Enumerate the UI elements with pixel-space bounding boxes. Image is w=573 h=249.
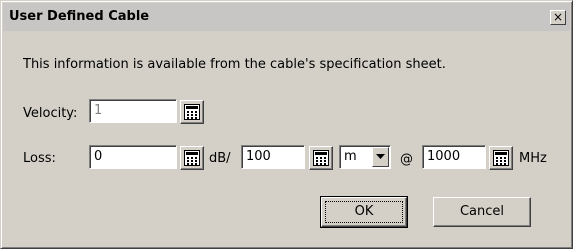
close-icon: × [552, 10, 564, 24]
loss-calculator-button[interactable] [180, 146, 204, 170]
chevron-down-icon [376, 154, 385, 159]
at-label: @ [400, 152, 413, 167]
focus-rect [325, 201, 403, 223]
dropdown-button[interactable] [372, 147, 389, 167]
close-button[interactable]: × [550, 10, 566, 25]
loss-field[interactable]: 0 [89, 145, 177, 169]
user-defined-cable-dialog: User Defined Cable × This information is… [0, 0, 573, 249]
calculator-icon [493, 150, 509, 166]
velocity-field[interactable]: 1 [89, 99, 177, 123]
calculator-icon [184, 150, 200, 166]
frequency-unit-label: MHz [519, 151, 547, 166]
info-text: This information is available from the c… [23, 57, 446, 72]
loss-label: Loss: [23, 151, 56, 166]
velocity-label: Velocity: [23, 106, 78, 121]
dialog-title: User Defined Cable [9, 9, 150, 24]
title-bar: User Defined Cable × [3, 3, 570, 31]
length-field[interactable]: 100 [241, 145, 305, 169]
velocity-calculator-button[interactable] [180, 100, 204, 124]
calculator-icon [313, 150, 329, 166]
cancel-button[interactable]: Cancel [433, 197, 531, 227]
frequency-calculator-button[interactable] [489, 146, 513, 170]
length-unit-select[interactable]: m [339, 145, 391, 169]
length-unit-value: m [344, 149, 357, 164]
cancel-label: Cancel [459, 204, 505, 219]
db-per-label: dB/ [209, 151, 231, 166]
ok-button[interactable]: OK [320, 196, 408, 228]
frequency-field[interactable]: 1000 [422, 145, 486, 169]
length-calculator-button[interactable] [309, 146, 333, 170]
calculator-icon [184, 104, 200, 120]
